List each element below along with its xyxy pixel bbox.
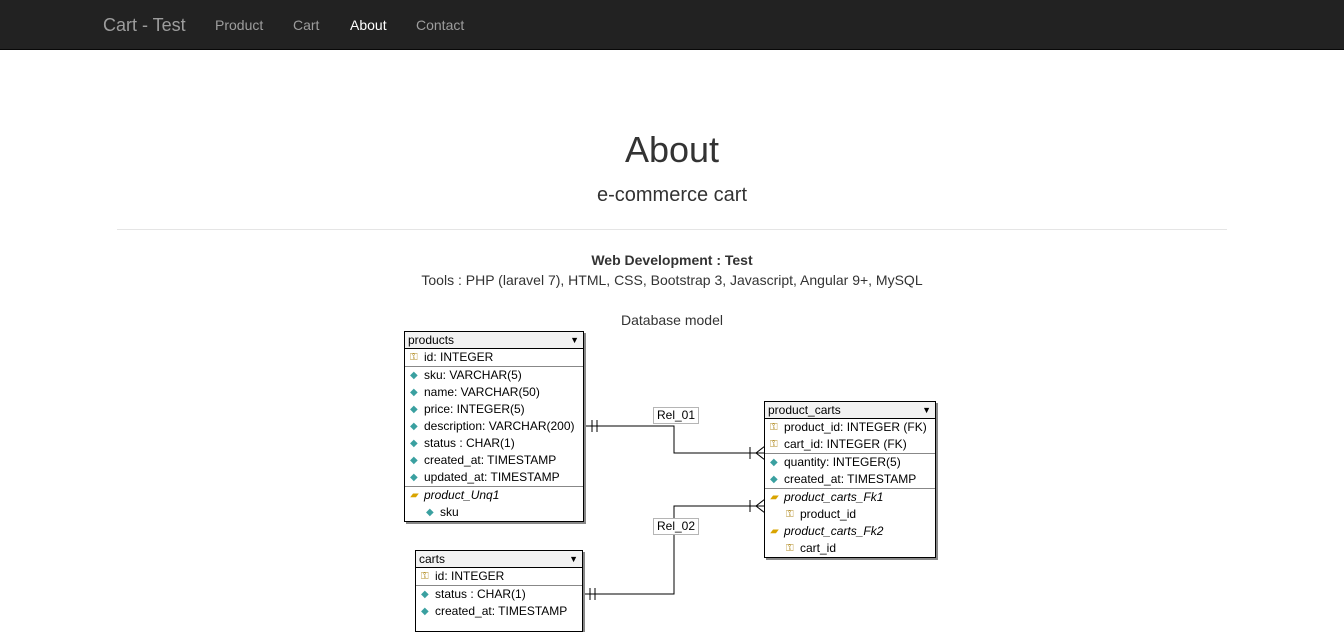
key-icon: ⚿ <box>786 543 794 554</box>
fk-row: ▰ product_carts_Fk1 <box>765 488 935 506</box>
fk-row: ▰ product_carts_Fk2 <box>765 523 935 540</box>
field-row: ◆ status : CHAR(1) <box>416 585 582 603</box>
field-label: created_at: TIMESTAMP <box>424 453 557 467</box>
field-label: updated_at: TIMESTAMP <box>424 470 560 484</box>
field-row: ⚿ id: INTEGER <box>405 349 583 366</box>
folder-icon: ▰ <box>410 490 418 501</box>
index-row: ▰ product_Unq1 <box>405 486 583 504</box>
field-row: ◆ quantity: INTEGER(5) <box>765 453 935 471</box>
diamond-icon: ◆ <box>426 507 434 518</box>
field-label: description: VARCHAR(200) <box>424 419 575 433</box>
field-label: status : CHAR(1) <box>424 436 515 450</box>
field-label: name: VARCHAR(50) <box>424 385 540 399</box>
relation-label-2: Rel_02 <box>653 518 700 535</box>
dropdown-icon: ▼ <box>922 405 931 415</box>
field-row: ◆ created_at: TIMESTAMP <box>416 603 582 620</box>
field-label: sku <box>440 505 459 519</box>
field-row: ⚿ cart_id: INTEGER (FK) <box>765 436 935 453</box>
entity-name: product_carts <box>768 403 841 417</box>
field-row: ◆ price: INTEGER(5) <box>405 401 583 418</box>
field-label: product_id: INTEGER (FK) <box>784 420 927 434</box>
field-label: id: INTEGER <box>435 569 505 583</box>
field-row: ⚿ id: INTEGER <box>416 568 582 585</box>
field-row: ◆ description: VARCHAR(200) <box>405 418 583 435</box>
field-label: created_at: TIMESTAMP <box>784 472 917 486</box>
fk-label: product_carts_Fk2 <box>784 524 884 538</box>
diamond-icon: ◆ <box>410 387 418 398</box>
field-row: ◆ updated_at: TIMESTAMP <box>405 469 583 486</box>
diamond-icon: ◆ <box>410 472 418 483</box>
entity-header: carts ▼ <box>416 551 582 568</box>
key-icon: ⚿ <box>770 439 778 450</box>
diamond-icon: ◆ <box>410 404 418 415</box>
field-row: ◆ name: VARCHAR(50) <box>405 384 583 401</box>
dropdown-icon: ▼ <box>569 554 578 564</box>
folder-icon: ▰ <box>770 526 778 537</box>
fk-label: product_carts_Fk1 <box>784 490 884 504</box>
field-label: id: INTEGER <box>424 350 494 364</box>
index-field-row: ◆ sku <box>405 504 583 521</box>
field-row: ◆ status : CHAR(1) <box>405 435 583 452</box>
entity-product-carts: product_carts ▼ ⚿ product_id: INTEGER (FK… <box>764 401 936 558</box>
relation-label-1: Rel_01 <box>653 407 700 424</box>
diamond-icon: ◆ <box>421 606 429 617</box>
fk-field-row: ⚿ product_id <box>765 506 935 523</box>
field-label: created_at: TIMESTAMP <box>435 604 568 618</box>
key-icon: ⚿ <box>786 509 794 520</box>
diamond-icon: ◆ <box>410 421 418 432</box>
field-row: ◆ created_at: TIMESTAMP <box>765 471 935 488</box>
field-label: quantity: INTEGER(5) <box>784 455 901 469</box>
field-label: status : CHAR(1) <box>435 587 526 601</box>
fk-field-row: ⚿ cart_id <box>765 540 935 557</box>
field-row: ⚿ product_id: INTEGER (FK) <box>765 419 935 436</box>
entity-header: products ▼ <box>405 332 583 349</box>
field-row: ◆ created_at: TIMESTAMP <box>405 452 583 469</box>
entity-name: carts <box>419 552 446 566</box>
field-row: ◆ sku: VARCHAR(5) <box>405 366 583 384</box>
diamond-icon: ◆ <box>770 474 778 485</box>
field-label: product_id <box>800 507 857 521</box>
field-label: sku: VARCHAR(5) <box>424 368 522 382</box>
key-icon: ⚿ <box>421 571 429 582</box>
index-label: product_Unq1 <box>424 488 500 502</box>
key-icon: ⚿ <box>410 352 418 363</box>
diamond-icon: ◆ <box>410 370 418 381</box>
dropdown-icon: ▼ <box>570 335 579 345</box>
key-icon: ⚿ <box>770 422 778 433</box>
entity-header: product_carts ▼ <box>765 402 935 419</box>
field-label: price: INTEGER(5) <box>424 402 525 416</box>
field-label: cart_id: INTEGER (FK) <box>784 437 907 451</box>
diamond-icon: ◆ <box>770 457 778 468</box>
field-label: cart_id <box>800 541 837 555</box>
entity-name: products <box>408 333 455 347</box>
diamond-icon: ◆ <box>421 589 429 600</box>
diamond-icon: ◆ <box>410 438 418 449</box>
entity-products: products ▼ ⚿ id: INTEGER ◆ sku: VARCHAR(5)… <box>404 331 584 522</box>
diamond-icon: ◆ <box>410 455 418 466</box>
folder-icon: ▰ <box>770 492 778 503</box>
